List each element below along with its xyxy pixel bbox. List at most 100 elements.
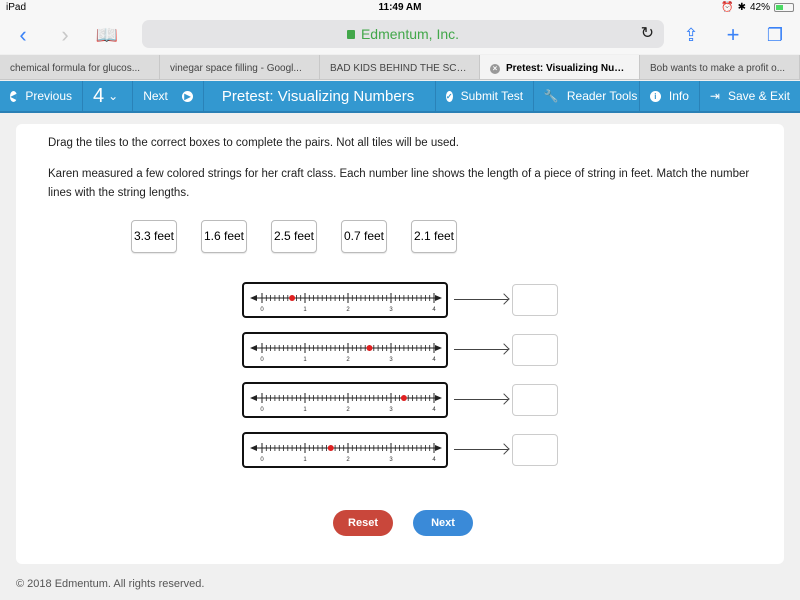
arrow-left-icon [250, 295, 257, 301]
drag-tile[interactable]: 1.6 feet [201, 220, 247, 253]
arrow-left-icon [250, 445, 257, 451]
plotted-point [289, 295, 296, 301]
match-arrow-icon [454, 449, 508, 450]
battery-percent: 42% [749, 2, 770, 13]
info-button[interactable]: i Info [640, 81, 700, 111]
match-arrow-icon [454, 299, 508, 300]
tick-label: 1 [303, 457, 307, 463]
number-line-card: 0 1 2 3 4 [242, 432, 448, 468]
drag-tile[interactable]: 2.5 feet [271, 220, 317, 253]
question-number: 4 [93, 84, 105, 107]
alarm-icon: ⏰ [721, 2, 734, 13]
plotted-point [327, 445, 334, 451]
status-bar: iPad 11:49 AM ⏰ ✱ 42% [0, 0, 800, 16]
tabs-overview-icon[interactable]: ❐ [760, 20, 790, 50]
reload-icon[interactable]: ↻ [641, 23, 654, 43]
footer-copyright: © 2018 Edmentum. All rights reserved. [16, 578, 205, 590]
tab-label: Pretest: Visualizing Numb... [506, 63, 638, 74]
new-tab-icon[interactable]: + [718, 20, 748, 50]
info-icon: i [649, 90, 661, 102]
match-arrow-icon [454, 399, 508, 400]
matching-row: 0 1 2 3 4 [242, 382, 562, 420]
browser-tabs: chemical formula for glucos... vinegar s… [0, 55, 800, 80]
tab-label: vinegar space filling - Googl... [170, 63, 302, 74]
next-button[interactable]: Next [413, 510, 473, 536]
lock-icon [346, 30, 355, 39]
tick-label: 4 [432, 307, 436, 313]
match-arrow-icon [454, 349, 508, 350]
number-line-card: 0 1 2 3 4 [242, 282, 448, 318]
browser-tab[interactable]: chemical formula for glucos... [0, 55, 160, 79]
tick-label: 2 [346, 407, 350, 413]
bookmarks-icon[interactable]: 📖 [92, 20, 122, 50]
drop-target[interactable] [512, 284, 558, 316]
number-line: 0 1 2 3 4 [250, 443, 442, 463]
tick-label: 2 [346, 357, 350, 363]
tick-label: 3 [389, 457, 393, 463]
arrow-right-icon [435, 295, 442, 301]
arrow-right-icon: ▶ [181, 90, 193, 102]
sign-in-icon: ⇥ [709, 89, 720, 103]
tick-label: 4 [432, 357, 436, 363]
browser-nav-bar: ‹ › 📖 Edmentum, Inc. ↻ ⇪ + ❐ [0, 16, 800, 54]
drag-tile[interactable]: 0.7 feet [341, 220, 387, 253]
tab-label: Bob wants to make a profit o... [650, 63, 786, 74]
question-number-dropdown[interactable]: 4 ⌄ [83, 81, 134, 111]
reader-tools-label: Reader Tools [566, 89, 638, 103]
tick-label: 3 [389, 407, 393, 413]
test-toolbar: ◀ Previous 4 ⌄ Next ▶ Pretest: Visualizing … [0, 81, 800, 113]
drag-tile[interactable]: 3.3 feet [131, 220, 177, 253]
next-label: Next [143, 89, 168, 103]
forward-icon[interactable]: › [50, 20, 80, 50]
close-tab-icon[interactable]: × [490, 64, 500, 74]
browser-tab[interactable]: vinegar space filling - Googl... [160, 55, 320, 79]
save-exit-button[interactable]: ⇥ Save & Exit [700, 81, 800, 111]
tick-label: 0 [260, 307, 264, 313]
submit-test-button[interactable]: ✓ Submit Test [436, 81, 534, 111]
wrench-icon: 🔧 [543, 89, 559, 103]
instruction-text: Drag the tiles to the correct boxes to c… [48, 137, 460, 149]
previous-button[interactable]: ◀ Previous [0, 81, 83, 111]
arrow-right-icon [435, 395, 442, 401]
arrow-left-icon [250, 395, 257, 401]
reset-button[interactable]: Reset [333, 510, 393, 536]
arrow-right-icon [435, 445, 442, 451]
drag-tile[interactable]: 2.1 feet [411, 220, 457, 253]
matching-row: 0 1 2 3 4 [242, 282, 562, 320]
reader-tools-button[interactable]: 🔧 Reader Tools [534, 81, 640, 111]
tile-bank: 3.3 feet 1.6 feet 2.5 feet 0.7 feet 2.1 … [131, 220, 457, 253]
plotted-point [400, 395, 407, 401]
browser-tab[interactable]: BAD KIDS BEHIND THE SCE... [320, 55, 480, 79]
save-exit-label: Save & Exit [727, 89, 790, 103]
number-line: 0 1 2 3 4 [250, 343, 442, 363]
tick-label: 3 [389, 357, 393, 363]
drop-target[interactable] [512, 384, 558, 416]
browser-tab-active[interactable]: × Pretest: Visualizing Numb... [480, 55, 640, 79]
plotted-point [366, 345, 373, 351]
browser-tab[interactable]: Bob wants to make a profit o... [640, 55, 800, 79]
address-bar[interactable]: Edmentum, Inc. ↻ [142, 20, 664, 48]
number-line: 0 1 2 3 4 [250, 393, 442, 413]
tick-label: 0 [260, 407, 264, 413]
number-line-card: 0 1 2 3 4 [242, 332, 448, 368]
arrow-right-icon [435, 345, 442, 351]
tick-label: 3 [389, 307, 393, 313]
tick-label: 1 [303, 357, 307, 363]
clock: 11:49 AM [378, 2, 422, 13]
tick-label: 2 [346, 457, 350, 463]
tick-label: 4 [432, 457, 436, 463]
arrow-left-icon [250, 345, 257, 351]
test-title: Pretest: Visualizing Numbers [204, 81, 436, 111]
number-line: 0 1 2 3 4 [250, 293, 442, 313]
drop-target[interactable] [512, 434, 558, 466]
next-question-button[interactable]: Next ▶ [133, 81, 204, 111]
number-line-card: 0 1 2 3 4 [242, 382, 448, 418]
back-icon[interactable]: ‹ [8, 20, 38, 50]
question-prompt: Karen measured a few colored strings for… [48, 168, 750, 199]
tick-label: 1 [303, 407, 307, 413]
drop-target[interactable] [512, 334, 558, 366]
tick-label: 1 [303, 307, 307, 313]
chevron-down-icon: ⌄ [108, 89, 119, 103]
share-icon[interactable]: ⇪ [676, 20, 706, 50]
check-icon: ✓ [445, 90, 453, 102]
